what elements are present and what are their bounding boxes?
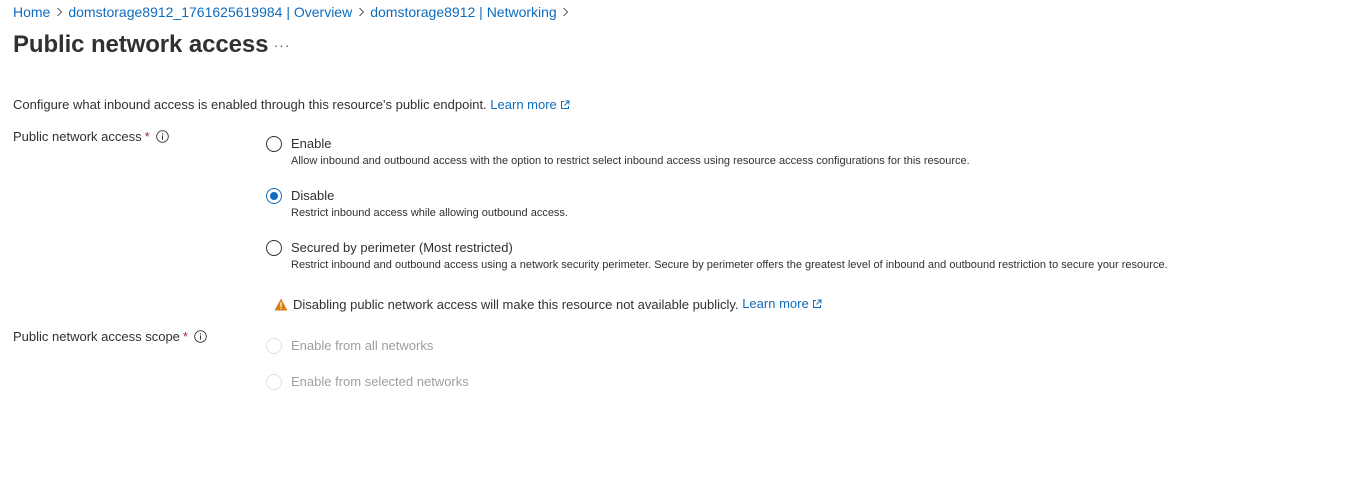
public-network-access-label-text: Public network access bbox=[13, 129, 142, 144]
radio-button-enable-selected-networks bbox=[266, 374, 282, 390]
warning-learn-more-label: Learn more bbox=[742, 296, 809, 311]
public-network-access-scope-label: Public network access scope * bbox=[13, 328, 207, 345]
info-icon[interactable] bbox=[194, 330, 207, 343]
radio-enable[interactable]: Enable Allow inbound and outbound access… bbox=[266, 135, 970, 169]
radio-button-enable[interactable] bbox=[266, 136, 282, 152]
more-options-button[interactable]: ··· bbox=[270, 33, 294, 57]
page-title: Public network access bbox=[13, 31, 269, 58]
required-indicator: * bbox=[144, 129, 150, 144]
radio-disable-label: Disable bbox=[291, 188, 335, 203]
breadcrumb-home[interactable]: Home bbox=[13, 4, 50, 20]
radio-disable[interactable]: Disable Restrict inbound access while al… bbox=[266, 187, 568, 221]
info-icon[interactable] bbox=[155, 130, 169, 143]
radio-enable-description: Allow inbound and outbound access with t… bbox=[291, 155, 970, 167]
page-description: Configure what inbound access is enabled… bbox=[13, 96, 570, 114]
radio-button-disable[interactable] bbox=[266, 188, 282, 204]
chevron-right-icon bbox=[352, 7, 370, 17]
radio-enable-selected-networks-label: Enable from selected networks bbox=[291, 374, 469, 389]
radio-enable-label: Enable bbox=[291, 136, 332, 151]
breadcrumb: Home domstorage8912_1761625619984 | Over… bbox=[13, 3, 575, 21]
public-network-access-label: Public network access * bbox=[13, 128, 169, 145]
breadcrumb-overview[interactable]: domstorage8912_1761625619984 | Overview bbox=[68, 4, 352, 20]
radio-secured-by-perimeter[interactable]: Secured by perimeter (Most restricted) R… bbox=[266, 239, 1168, 273]
scope-label-text: Public network access scope bbox=[13, 329, 180, 344]
radio-enable-selected-networks: Enable from selected networks bbox=[266, 373, 469, 390]
breadcrumb-networking[interactable]: domstorage8912 | Networking bbox=[370, 4, 557, 20]
radio-button-enable-all-networks bbox=[266, 338, 282, 354]
chevron-right-icon bbox=[50, 7, 68, 17]
chevron-right-icon bbox=[557, 7, 575, 17]
learn-more-link[interactable]: Learn more bbox=[490, 97, 570, 114]
required-indicator: * bbox=[182, 329, 188, 344]
radio-secured-by-perimeter-label: Secured by perimeter (Most restricted) bbox=[291, 240, 513, 255]
warning-learn-more-link[interactable]: Learn more bbox=[742, 295, 822, 313]
external-link-icon bbox=[560, 97, 570, 114]
radio-button-secured-by-perimeter[interactable] bbox=[266, 240, 282, 256]
learn-more-label: Learn more bbox=[490, 97, 557, 112]
radio-enable-all-networks: Enable from all networks bbox=[266, 337, 433, 354]
radio-secured-by-perimeter-description: Restrict inbound and outbound access usi… bbox=[291, 259, 1168, 271]
radio-disable-description: Restrict inbound access while allowing o… bbox=[291, 207, 568, 219]
warning-text: Disabling public network access will mak… bbox=[293, 296, 739, 312]
warning-message: Disabling public network access will mak… bbox=[274, 295, 822, 313]
warning-icon bbox=[274, 298, 288, 311]
description-text: Configure what inbound access is enabled… bbox=[13, 97, 487, 112]
external-link-icon bbox=[812, 296, 822, 313]
radio-enable-all-networks-label: Enable from all networks bbox=[291, 338, 434, 353]
